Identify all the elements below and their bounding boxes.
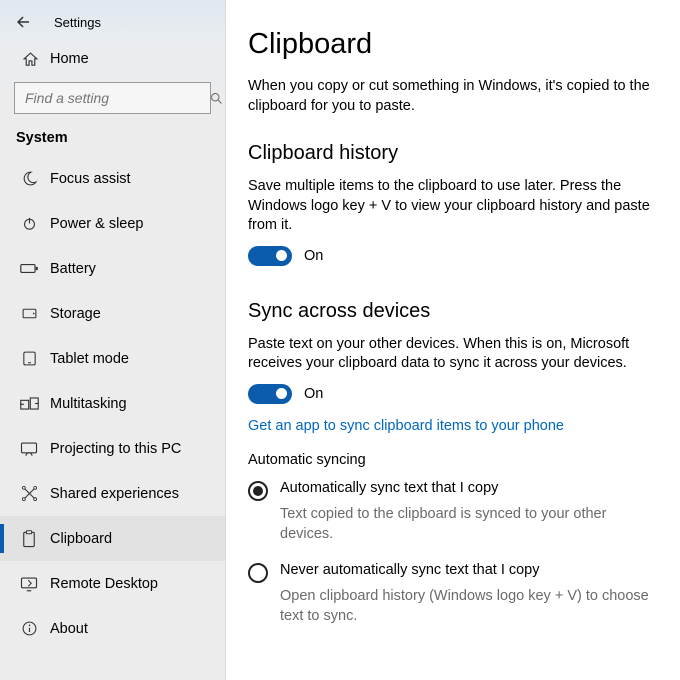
sidebar-item-storage[interactable]: Storage [0,291,225,336]
multitasking-icon [18,393,40,415]
page-title: Clipboard [248,28,654,61]
sync-app-link[interactable]: Get an app to sync clipboard items to yo… [248,418,654,434]
sidebar-item-tablet-mode[interactable]: Tablet mode [0,336,225,381]
sidebar-item-power-sleep[interactable]: Power & sleep [0,201,225,246]
moon-icon [18,168,40,190]
sidebar-item-label: Storage [50,306,101,322]
radio-auto-sync-desc: Text copied to the clipboard is synced t… [280,505,654,544]
page-intro: When you copy or cut something in Window… [248,77,654,116]
sidebar-item-label: Battery [50,261,96,277]
radio-button[interactable] [248,563,268,583]
sync-desc: Paste text on your other devices. When t… [248,335,654,374]
radio-never-sync-desc: Open clipboard history (Windows logo key… [280,587,654,626]
sidebar-item-label: Tablet mode [50,351,129,367]
radio-button[interactable] [248,481,268,501]
storage-icon [18,303,40,325]
sidebar-item-multitasking[interactable]: Multitasking [0,381,225,426]
sidebar-item-label: About [50,621,88,637]
sync-heading: Sync across devices [248,300,654,323]
sidebar-home[interactable]: Home [0,40,225,78]
arrow-left-icon [14,13,32,31]
sidebar-item-label: Multitasking [50,396,127,412]
clipboard-icon [18,528,40,550]
sidebar-item-clipboard[interactable]: Clipboard [0,516,225,561]
history-toggle-label: On [304,248,323,264]
sidebar-items: Focus assist Power & sleep Battery Stora… [0,156,225,680]
sidebar-item-focus-assist[interactable]: Focus assist [0,156,225,201]
radio-label: Never automatically sync text that I cop… [280,562,540,578]
sidebar-item-label: Power & sleep [50,216,144,232]
sidebar-item-shared-experiences[interactable]: Shared experiences [0,471,225,516]
search-input[interactable] [23,89,209,107]
back-button[interactable] [14,6,46,38]
battery-icon [18,258,40,280]
sidebar-item-projecting[interactable]: Projecting to this PC [0,426,225,471]
search-box[interactable] [14,82,211,114]
settings-title: Settings [54,15,101,30]
sidebar-category: System [0,122,225,156]
history-desc: Save multiple items to the clipboard to … [248,177,654,236]
history-heading: Clipboard history [248,142,654,165]
sidebar-item-battery[interactable]: Battery [0,246,225,291]
sidebar-item-remote-desktop[interactable]: Remote Desktop [0,561,225,606]
main-content: Clipboard When you copy or cut something… [226,0,680,680]
remote-desktop-icon [18,573,40,595]
shared-experiences-icon [18,483,40,505]
home-icon [18,51,42,68]
radio-never-sync[interactable]: Never automatically sync text that I cop… [248,562,654,583]
sidebar-item-about[interactable]: About [0,606,225,651]
info-icon [18,618,40,640]
projecting-icon [18,438,40,460]
sidebar-item-label: Projecting to this PC [50,441,181,457]
sidebar-header: Settings [0,4,225,40]
sync-toggle[interactable] [248,384,292,404]
power-icon [18,213,40,235]
history-toggle[interactable] [248,246,292,266]
sidebar-item-label: Remote Desktop [50,576,158,592]
sidebar-item-label: Shared experiences [50,486,179,502]
auto-sync-heading: Automatic syncing [248,452,654,468]
sidebar-item-label: Clipboard [50,531,112,547]
sidebar: Settings Home System Focus assist Power … [0,0,226,680]
search-icon [209,91,224,106]
radio-auto-sync[interactable]: Automatically sync text that I copy [248,480,654,501]
radio-label: Automatically sync text that I copy [280,480,498,496]
home-label: Home [50,51,89,67]
sync-toggle-label: On [304,386,323,402]
sidebar-item-label: Focus assist [50,171,131,187]
tablet-icon [18,348,40,370]
